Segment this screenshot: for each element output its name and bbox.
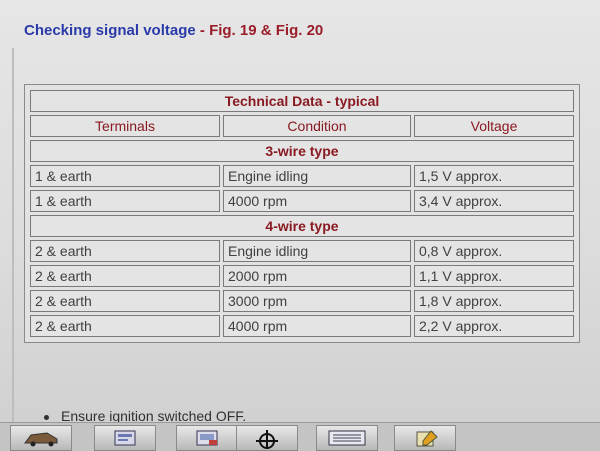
car-button[interactable] (10, 425, 72, 451)
voltage-cell: 0,8 V approx. (414, 240, 574, 262)
column-header-condition: Condition (223, 115, 411, 137)
terminal-cell: 2 & earth (30, 240, 220, 262)
condition-cell: 4000 rpm (223, 315, 411, 337)
voltage-cell: 1,8 V approx. (414, 290, 574, 312)
table-row: 2 & earth 3000 rpm 1,8 V approx. (30, 290, 574, 312)
page-heading: Checking signal voltage - Fig. 19 & Fig.… (24, 22, 323, 39)
print-button[interactable] (176, 425, 238, 451)
print-icon (196, 430, 218, 446)
figure-reference[interactable]: Fig. 19 & Fig. 20 (209, 22, 323, 39)
crosshair-icon (256, 430, 278, 449)
condition-cell: 2000 rpm (223, 265, 411, 287)
condition-cell: 4000 rpm (223, 190, 411, 212)
terminal-cell: 2 & earth (30, 290, 220, 312)
condition-cell: Engine idling (223, 240, 411, 262)
table-caption: Technical Data - typical (30, 90, 574, 112)
terminal-cell: 2 & earth (30, 265, 220, 287)
section-title-4-wire: 4-wire type (30, 215, 574, 237)
table-row: 1 & earth 4000 rpm 3,4 V approx. (30, 190, 574, 212)
table-row: 1 & earth Engine idling 1,5 V approx. (30, 165, 574, 187)
table-row: 2 & earth Engine idling 0,8 V approx. (30, 240, 574, 262)
table-row: 2 & earth 2000 rpm 1,1 V approx. (30, 265, 574, 287)
condition-cell: 3000 rpm (223, 290, 411, 312)
voltage-cell: 1,1 V approx. (414, 265, 574, 287)
notes-icon (416, 430, 438, 447)
condition-cell: Engine idling (223, 165, 411, 187)
data-list-icon (328, 430, 366, 446)
bullet-icon (44, 414, 49, 420)
notes-button[interactable] (394, 425, 456, 451)
bottom-toolbar (0, 422, 600, 451)
column-header-terminals: Terminals (30, 115, 220, 137)
terminal-cell: 2 & earth (30, 315, 220, 337)
voltage-cell: 2,2 V approx. (414, 315, 574, 337)
car-icon (24, 432, 58, 447)
left-divider (12, 48, 14, 428)
column-header-voltage: Voltage (414, 115, 574, 137)
print-preview-button[interactable] (94, 425, 156, 451)
section-title-3-wire: 3-wire type (30, 140, 574, 162)
print-preview-icon (114, 430, 136, 446)
voltage-cell: 1,5 V approx. (414, 165, 574, 187)
terminal-cell: 1 & earth (30, 190, 220, 212)
data-list-button[interactable] (316, 425, 378, 451)
voltage-cell: 3,4 V approx. (414, 190, 574, 212)
crosshair-button[interactable] (236, 425, 298, 451)
table-row: 2 & earth 4000 rpm 2,2 V approx. (30, 315, 574, 337)
title-separator: - (195, 22, 210, 39)
page-title: Checking signal voltage (24, 22, 196, 39)
technical-data-table: Technical Data - typical Terminals Condi… (24, 84, 580, 343)
terminal-cell: 1 & earth (30, 165, 220, 187)
screen: Checking signal voltage - Fig. 19 & Fig.… (0, 0, 600, 451)
